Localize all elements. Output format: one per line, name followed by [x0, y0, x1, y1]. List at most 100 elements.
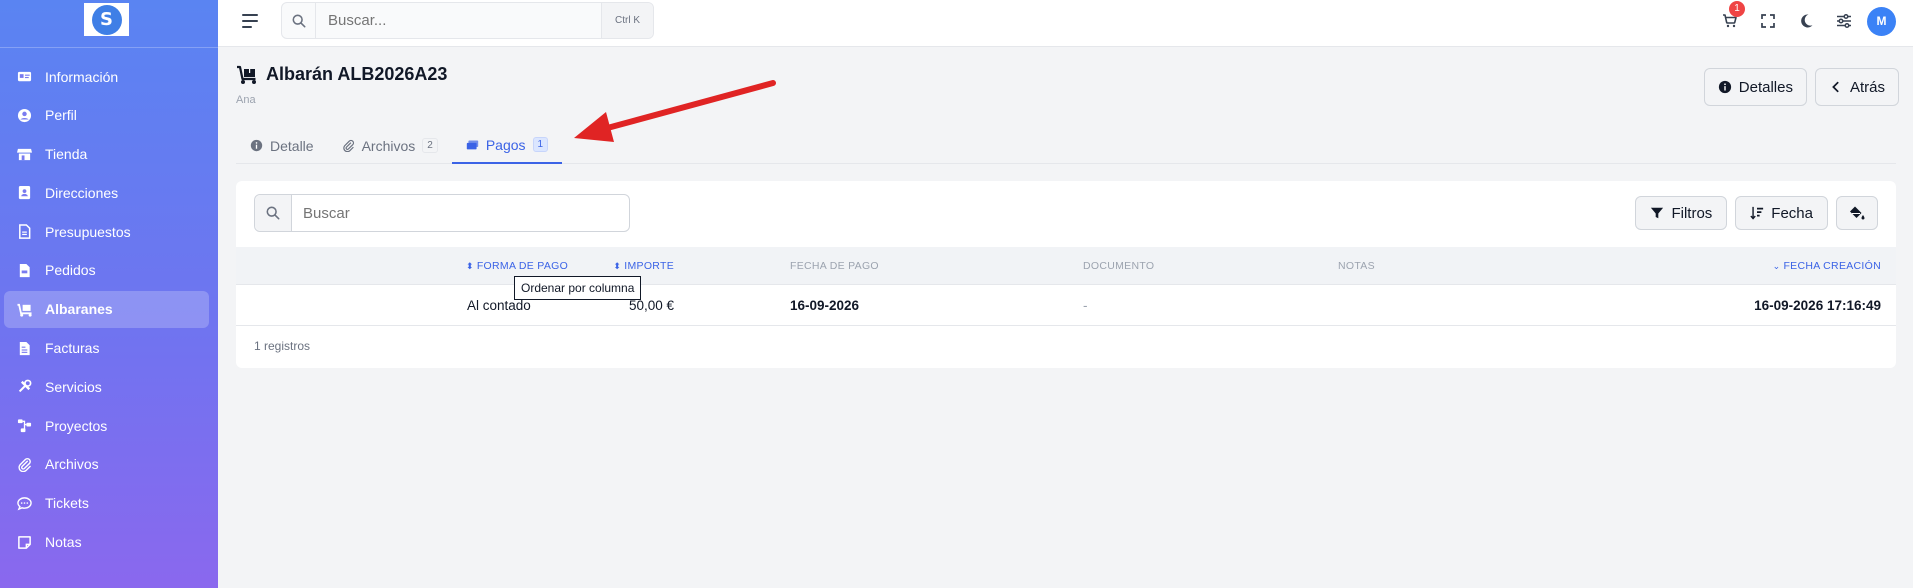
tab-bar: Detalle Archivos 2 Pagos 1 — [236, 127, 1896, 164]
sidebar-item-label: Albaranes — [45, 301, 113, 318]
cart-badge: 1 — [1729, 1, 1745, 17]
list-actions: Filtros Fecha — [1627, 196, 1878, 230]
tab-count-badge: 2 — [422, 138, 438, 153]
sidebar: S Información Perfil Tienda Direcciones Pres… — [0, 0, 218, 588]
info-circle-icon — [1718, 80, 1731, 94]
note-icon — [16, 534, 33, 551]
store-icon — [16, 146, 33, 163]
column-created[interactable]: ⌄ FECHA CREACIÓN — [1773, 247, 1881, 285]
user-circle-icon — [16, 107, 33, 124]
page-title: Albarán ALB2026A23 — [236, 64, 447, 85]
tab-archivos[interactable]: Archivos 2 — [328, 127, 452, 164]
details-button-label: Detalles — [1738, 78, 1793, 96]
sidebar-item-label: Información — [45, 68, 119, 85]
column-payment-method-label: FORMA DE PAGO — [476, 260, 569, 272]
search-icon — [255, 195, 292, 231]
expand-icon — [1761, 14, 1775, 28]
dolly-icon — [237, 65, 256, 84]
sidebar-item-perfil[interactable]: Perfil — [4, 97, 209, 134]
cell-document: - — [1083, 298, 1088, 313]
sidebar-item-label: Archivos — [45, 456, 99, 473]
dark-mode-button[interactable] — [1789, 6, 1823, 36]
sidebar-item-presupuestos[interactable]: Presupuestos — [4, 213, 209, 250]
sidebar-item-label: Facturas — [45, 340, 100, 357]
chevron-left-icon — [1832, 81, 1839, 93]
details-button[interactable]: Detalles — [1703, 68, 1807, 106]
tab-pagos[interactable]: Pagos 1 — [451, 127, 563, 164]
sidebar-item-informacion[interactable]: Información — [4, 58, 209, 95]
sort-icon: ⬍ — [466, 260, 474, 271]
header-actions: Detalles Atrás — [1696, 68, 1899, 106]
money-bills-icon — [466, 140, 479, 150]
back-button[interactable]: Atrás — [1814, 68, 1899, 106]
column-notes: NOTAS — [1338, 247, 1375, 285]
receipt-icon — [16, 340, 33, 357]
cell-created: 16-09-2026 17:16:49 — [1754, 298, 1881, 313]
sidebar-item-servicios[interactable]: Servicios — [4, 368, 209, 405]
sidebar-item-label: Direcciones — [45, 184, 119, 201]
settings-button[interactable] — [1827, 6, 1861, 36]
app-logo[interactable]: S — [84, 3, 129, 36]
file-icon — [16, 223, 33, 240]
menu-toggle-icon[interactable] — [242, 14, 258, 30]
sort-amount-icon — [1750, 206, 1764, 220]
sidebar-item-label: Notas — [45, 534, 82, 551]
global-search-input[interactable] — [316, 3, 601, 38]
sidebar-item-direcciones[interactable]: Direcciones — [4, 174, 209, 211]
search-icon — [282, 3, 316, 38]
column-created-label: FECHA CREACIÓN — [1783, 260, 1881, 272]
sort-date-button[interactable]: Fecha — [1735, 196, 1828, 230]
sort-desc-icon: ⌄ — [1772, 260, 1781, 271]
annotation-arrow — [574, 80, 776, 142]
back-button-label: Atrás — [1849, 78, 1885, 96]
search-shortcut: Ctrl K — [601, 3, 653, 38]
filter-icon — [1651, 207, 1664, 219]
sidebar-item-pedidos[interactable]: Pedidos — [4, 252, 209, 289]
sidebar-nav: Información Perfil Tienda Direcciones Presup… — [4, 58, 209, 562]
page-subtitle: Ana — [236, 94, 256, 106]
logo-icon: S — [91, 4, 122, 35]
topbar: Ctrl K 1 M — [218, 0, 1913, 47]
global-search[interactable]: Ctrl K — [281, 2, 654, 39]
cart-button[interactable]: 1 — [1713, 1, 1747, 36]
filters-button[interactable]: Filtros — [1635, 196, 1728, 230]
sidebar-item-notas[interactable]: Notas — [4, 524, 209, 561]
user-avatar[interactable]: M — [1867, 6, 1896, 36]
chat-icon — [16, 495, 33, 512]
file-invoice-icon — [16, 262, 33, 279]
diagram-icon — [16, 417, 33, 434]
sidebar-item-albaranes[interactable]: Albaranes — [4, 290, 209, 328]
sort-icon: ⬍ — [613, 260, 622, 271]
record-count: 1 registros — [254, 339, 311, 353]
list-search-input[interactable] — [292, 195, 629, 231]
paint-bucket-button[interactable] — [1836, 196, 1878, 230]
sidebar-item-label: Perfil — [45, 107, 77, 124]
fullscreen-button[interactable] — [1751, 6, 1785, 36]
dolly-icon — [16, 301, 33, 318]
table-header: ⬍ IMPORTE ⬍ FORMA DE PAGO FECHA DE PAGO … — [236, 247, 1896, 285]
id-card-icon — [16, 68, 33, 85]
sort-tooltip: Ordenar por columna — [514, 276, 642, 300]
sidebar-item-tickets[interactable]: Tickets — [4, 485, 209, 522]
page-title-text: Albarán ALB2026A23 — [266, 64, 448, 84]
table-row[interactable]: 50,00 € Al contado 16-09-2026 - 16-09-20… — [236, 285, 1896, 326]
sidebar-item-label: Tickets — [45, 495, 89, 512]
info-circle-icon — [250, 139, 263, 152]
sidebar-item-label: Tienda — [45, 146, 88, 163]
list-search[interactable] — [254, 194, 630, 232]
paperclip-icon — [342, 139, 354, 152]
column-payment-date-label: FECHA DE PAGO — [790, 260, 879, 272]
sidebar-item-facturas[interactable]: Facturas — [4, 330, 209, 367]
tab-detalle[interactable]: Detalle — [236, 127, 328, 164]
topbar-actions: 1 M — [1709, 1, 1896, 36]
sidebar-item-tienda[interactable]: Tienda — [4, 136, 209, 173]
sidebar-item-label: Pedidos — [45, 262, 96, 279]
column-document-label: DOCUMENTO — [1083, 260, 1155, 272]
sidebar-item-label: Proyectos — [45, 417, 108, 434]
paperclip-icon — [16, 456, 33, 473]
address-book-icon — [16, 184, 33, 201]
sidebar-item-archivos[interactable]: Archivos — [4, 446, 209, 483]
payments-card: Filtros Fecha ⬍ IMPORTE ⬍ FORMA DE PAGO … — [236, 181, 1896, 368]
column-notes-label: NOTAS — [1338, 260, 1375, 272]
sidebar-item-proyectos[interactable]: Proyectos — [4, 407, 209, 444]
